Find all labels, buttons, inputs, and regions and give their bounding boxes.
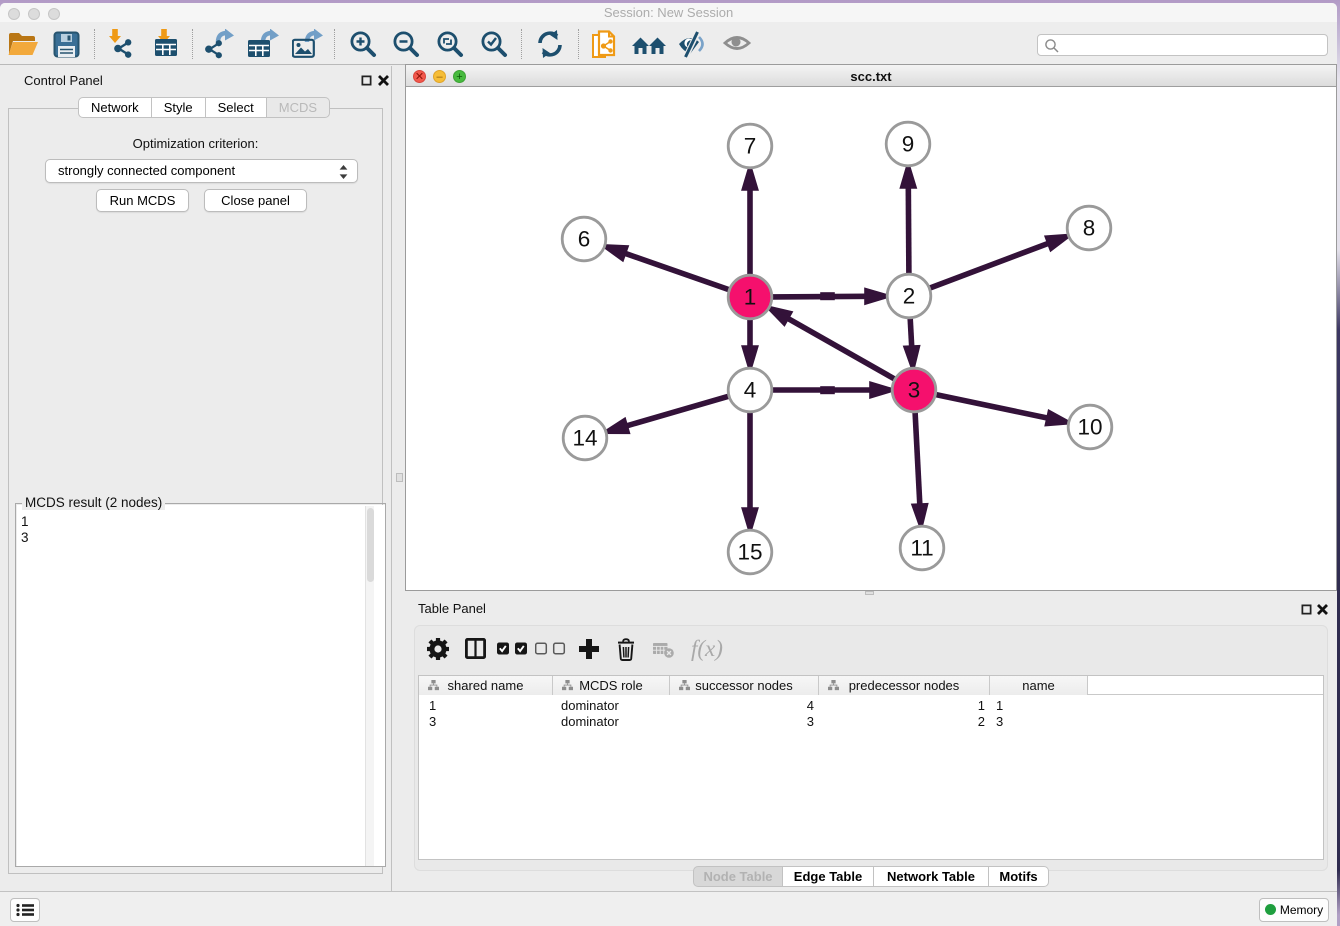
svg-text:7: 7: [744, 134, 757, 159]
svg-text:8: 8: [1083, 216, 1096, 241]
svg-text:6: 6: [578, 227, 591, 252]
svg-text:10: 10: [1077, 415, 1102, 440]
svg-text:2: 2: [903, 284, 916, 309]
svg-text:4: 4: [744, 378, 757, 403]
svg-text:9: 9: [902, 132, 915, 157]
svg-text:1: 1: [744, 285, 757, 310]
svg-text:15: 15: [737, 540, 762, 565]
svg-text:11: 11: [910, 536, 933, 561]
svg-text:3: 3: [908, 378, 921, 403]
svg-text:14: 14: [572, 426, 597, 451]
